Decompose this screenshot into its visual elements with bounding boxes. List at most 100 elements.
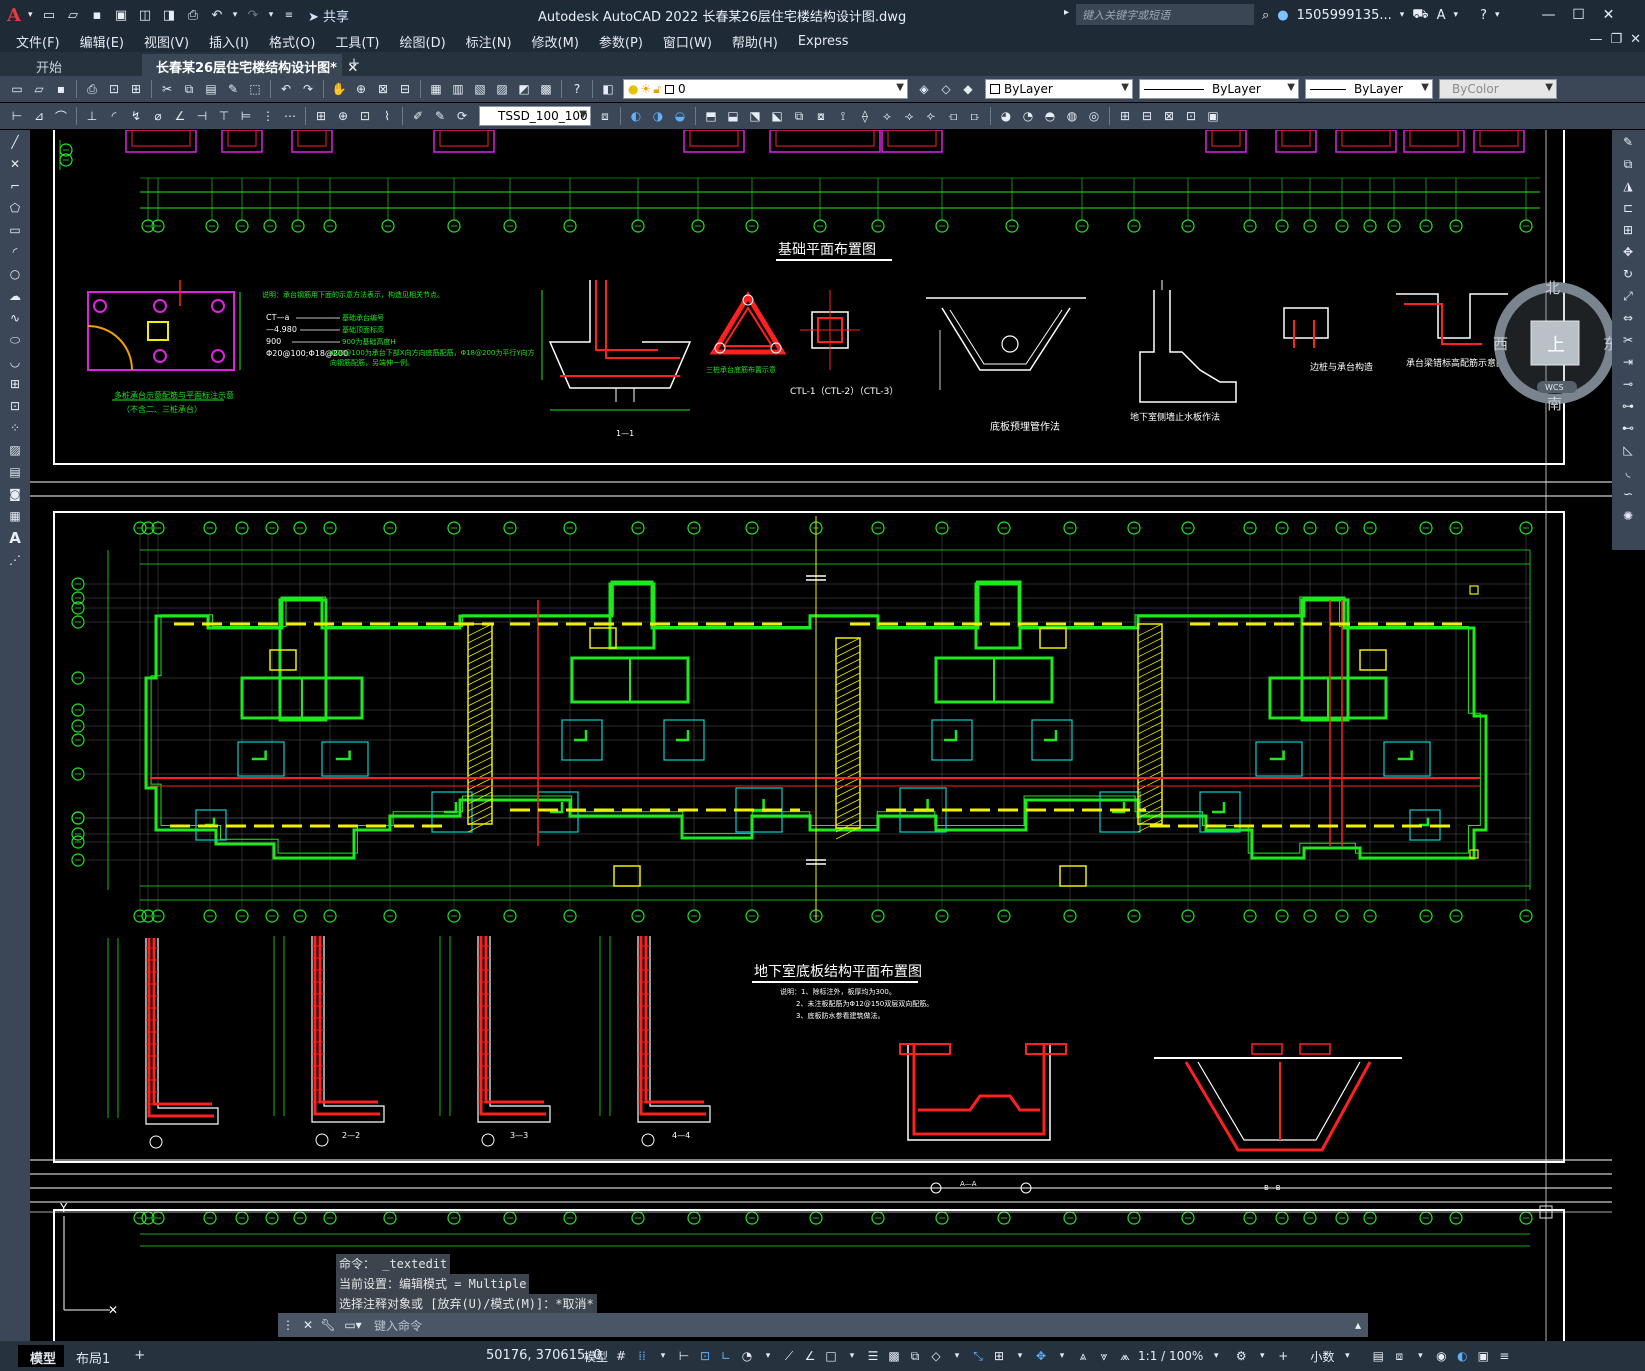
add-selected-icon[interactable]: ⋰ (3, 550, 27, 570)
erase-icon[interactable]: ✎ (1615, 132, 1641, 152)
snap-chevron-icon[interactable]: ▾ (654, 1346, 672, 1366)
calculator-icon[interactable]: ▩ (536, 79, 556, 99)
layer-state-icon[interactable]: ◆ (958, 79, 978, 99)
hardware-acceleration-icon[interactable]: ◐ (1453, 1346, 1471, 1366)
redo-icon[interactable]: ↷ (298, 79, 318, 99)
menu-modify[interactable]: 修改(M) (522, 32, 589, 51)
viewcube-north[interactable]: 北 (1545, 279, 1560, 297)
baseline-dim-icon[interactable]: ⊤ (214, 106, 234, 126)
selection-filter-icon[interactable]: ⊞ (990, 1346, 1008, 1366)
isometric-icon[interactable]: ⟋ (780, 1346, 798, 1366)
named-views-icon[interactable]: ⧇ (811, 106, 831, 126)
copy-icon[interactable]: ⧉ (179, 79, 199, 99)
polar-icon[interactable]: ◔ (738, 1346, 756, 1366)
revcloud-icon[interactable]: ☁ (3, 286, 27, 306)
camera-icon[interactable]: ◒ (670, 106, 690, 126)
plot-icon[interactable]: ⎙ (182, 4, 204, 26)
shade-icon[interactable]: ◕ (996, 106, 1016, 126)
help-icon[interactable]: ? (1480, 8, 1487, 23)
units-value[interactable]: 小数 (1309, 1346, 1335, 1366)
gradient-icon[interactable]: ▤ (3, 462, 27, 482)
app-menu-chevron-icon[interactable]: ▾ (28, 10, 38, 20)
block-editor-icon[interactable]: ⬚ (245, 79, 265, 99)
help-chevron-icon[interactable]: ▾ (1495, 10, 1500, 20)
dim-break-icon[interactable]: ⋯ (280, 106, 300, 126)
color-dropdown[interactable]: ByLayer ▼ (985, 79, 1133, 99)
snap-icon[interactable]: ⁞⁞ (633, 1346, 651, 1366)
tab-model[interactable]: 模型 (18, 1345, 64, 1367)
lineweight-dropdown[interactable]: ByLayer ▼ (1305, 79, 1433, 99)
isolate-objects-icon[interactable]: ◉ (1432, 1346, 1450, 1366)
break-icon[interactable]: ⊶ (1615, 396, 1641, 416)
clip-icon[interactable]: ⊡ (1181, 106, 1201, 126)
material-icon[interactable]: ◓ (1040, 106, 1060, 126)
command-expand-icon[interactable]: ▴ (1348, 1318, 1368, 1332)
xref-icon[interactable]: ⊠ (1159, 106, 1179, 126)
layer-properties-icon[interactable]: ◧ (598, 79, 618, 99)
doc-minimize-button[interactable]: — (1589, 32, 1602, 47)
user-icon[interactable]: ● (1277, 8, 1288, 23)
circle-icon[interactable]: ○ (3, 264, 27, 284)
osnap-icon[interactable]: □ (822, 1346, 840, 1366)
tab-start[interactable]: 开始 (22, 54, 142, 76)
dim-style-icon[interactable]: ⧈ (595, 106, 615, 126)
tab-layout1[interactable]: 布局1 (64, 1345, 122, 1367)
menu-edit[interactable]: 编辑(E) (70, 32, 134, 51)
3d-osnap-icon[interactable]: ◇ (927, 1346, 945, 1366)
clean-screen-icon[interactable]: ▣ (1474, 1346, 1492, 1366)
properties-icon[interactable]: ▦ (426, 79, 446, 99)
walk-icon[interactable]: ◑ (648, 106, 668, 126)
infer-constraints-icon[interactable]: ⊢ (675, 1346, 693, 1366)
transparency-icon[interactable]: ▩ (885, 1346, 903, 1366)
doc-close-button[interactable]: ✕ (1630, 32, 1641, 47)
array-icon[interactable]: ⊞ (1615, 220, 1641, 240)
lock-ui-icon[interactable]: ⧈ (1390, 1346, 1408, 1366)
chamfer-icon[interactable]: ◺ (1615, 440, 1641, 460)
design-center-icon[interactable]: ▥ (448, 79, 468, 99)
search-icon[interactable]: ⌕ (1262, 8, 1269, 23)
ucs-object-icon[interactable]: ⟣ (921, 106, 941, 126)
ucs-view-icon[interactable]: ⟤ (943, 106, 963, 126)
viewcube-south[interactable]: 南 (1547, 395, 1562, 413)
polygon-icon[interactable]: ⬠ (3, 198, 27, 218)
ungroup-icon[interactable]: ⬓ (723, 106, 743, 126)
inspect-icon[interactable]: ⊡ (355, 106, 375, 126)
explode-icon[interactable]: ✺ (1615, 506, 1641, 526)
line-icon[interactable]: ╱ (3, 132, 27, 152)
zoom-realtime-icon[interactable]: ⊕ (351, 79, 371, 99)
lineweight-icon[interactable]: ☰ (864, 1346, 882, 1366)
jogged-linear-icon[interactable]: ⌇ (377, 106, 397, 126)
ortho-icon[interactable]: ∟ (717, 1346, 735, 1366)
image-icon[interactable]: ▣ (1203, 106, 1223, 126)
account-chevron-icon[interactable]: ▾ (1454, 10, 1459, 20)
autocad-logo-icon[interactable]: A (0, 0, 28, 30)
annotation-scale-value[interactable]: 1:1 / 100% (1137, 1346, 1204, 1366)
tab-drawing[interactable]: 长春某26层住宅楼结构设计图* ✕ (142, 54, 358, 76)
rotate-icon[interactable]: ↻ (1615, 264, 1641, 284)
hatch-icon[interactable]: ▨ (3, 440, 27, 460)
aligned-dim-icon[interactable]: ⊿ (29, 106, 49, 126)
view-manager-icon[interactable]: ⧉ (789, 106, 809, 126)
viewcube-west[interactable]: 西 (1493, 335, 1508, 353)
selection-cycling-icon[interactable]: ⧉ (906, 1346, 924, 1366)
continue-dim-icon[interactable]: ⊨ (236, 106, 256, 126)
annotation-visibility-icon[interactable]: ⩓ (1074, 1346, 1092, 1366)
viewcube[interactable]: 上 北 南 西 东 WCS (1493, 275, 1612, 415)
ellipse-arc-icon[interactable]: ◡ (3, 352, 27, 372)
insert-block-icon[interactable]: ⊞ (1115, 106, 1135, 126)
move-icon[interactable]: ✥ (1615, 242, 1641, 262)
object-snap-tracking-icon[interactable]: ∠ (801, 1346, 819, 1366)
layer-previous-icon[interactable]: ◇ (936, 79, 956, 99)
lock-ui-chevron-icon[interactable]: ▾ (1411, 1346, 1429, 1366)
layer-dropdown[interactable]: ● ☀ 🔓︎ 0 ▼ (623, 79, 908, 99)
join-icon[interactable]: ⊷ (1615, 418, 1641, 438)
redo-list-chevron-icon[interactable]: ▾ (266, 4, 276, 26)
center-mark-icon[interactable]: ⊕ (333, 106, 353, 126)
rectangle-icon[interactable]: ▭ (3, 220, 27, 240)
autodesk-account-icon[interactable]: A (1437, 8, 1446, 23)
ucs-origin-icon[interactable]: ⟥ (965, 106, 985, 126)
customization-icon[interactable]: ≡ (1495, 1346, 1513, 1366)
gizmo-chevron-icon[interactable]: ▾ (1053, 1346, 1071, 1366)
linear-dim-icon[interactable]: ⊢ (7, 106, 27, 126)
viewcube-east[interactable]: 东 (1603, 335, 1612, 353)
